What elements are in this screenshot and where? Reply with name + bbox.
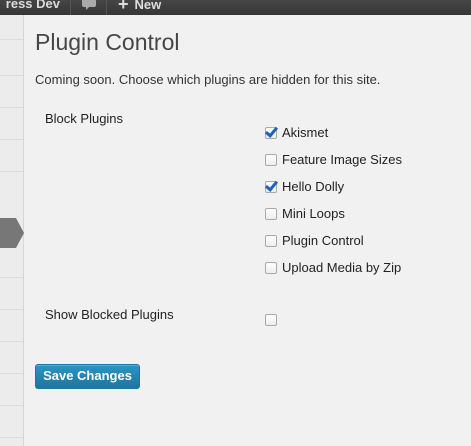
plugin-option[interactable]: Hello Dolly [265,173,402,200]
menu-divider [0,39,23,40]
plugin-option[interactable]: Plugin Control [265,227,402,254]
checkbox[interactable] [265,234,277,247]
menu-divider [0,139,23,140]
menu-current-item[interactable] [0,218,16,248]
plugin-name: Upload Media by Zip [282,260,402,275]
plugin-option[interactable]: Upload Media by Zip [265,254,402,281]
checkbox[interactable] [265,126,277,139]
show-blocked-plugins-label: Show Blocked Plugins [45,307,174,322]
block-plugins-list: Akismet Feature Image Sizes Hello Dolly … [265,119,402,281]
page-title: Plugin Control [35,29,180,55]
plugin-name: Plugin Control [282,233,364,248]
plugin-option[interactable]: Akismet [265,119,402,146]
admin-bar-new-label: New [134,0,162,12]
menu-divider [0,75,23,76]
plugin-option[interactable]: Feature Image Sizes [265,146,402,173]
checkbox[interactable] [265,180,277,193]
menu-divider [0,277,23,278]
menu-divider [0,437,23,438]
checkbox[interactable] [265,207,277,220]
plus-icon: + [118,0,129,14]
admin-bar-site-name[interactable]: ress Dev [0,0,71,15]
main-content: Plugin Control Coming soon. Choose which… [24,15,471,446]
checkbox[interactable] [265,261,277,274]
plugin-option[interactable]: Mini Loops [265,200,402,227]
menu-current-arrow-icon [16,218,24,248]
admin-menu [0,15,24,446]
admin-bar: ress Dev + New [0,0,471,15]
admin-bar-comments[interactable] [70,0,107,15]
checkbox[interactable] [265,153,277,166]
admin-bar-new[interactable]: + New [118,0,161,15]
plugin-name: Mini Loops [282,206,345,221]
plugin-name: Hello Dolly [282,179,345,194]
comment-icon [82,0,96,10]
show-blocked-plugins-checkbox[interactable] [265,314,277,326]
plugin-name: Feature Image Sizes [282,152,402,167]
menu-divider [0,107,23,108]
save-changes-button[interactable]: Save Changes [35,364,140,389]
menu-divider [0,309,23,310]
menu-divider [0,171,23,172]
menu-divider [0,405,23,406]
block-plugins-label: Block Plugins [45,111,124,126]
menu-divider [0,373,23,374]
page-intro: Coming soon. Choose which plugins are hi… [35,72,381,87]
menu-divider [0,341,23,342]
plugin-name: Akismet [282,125,329,140]
